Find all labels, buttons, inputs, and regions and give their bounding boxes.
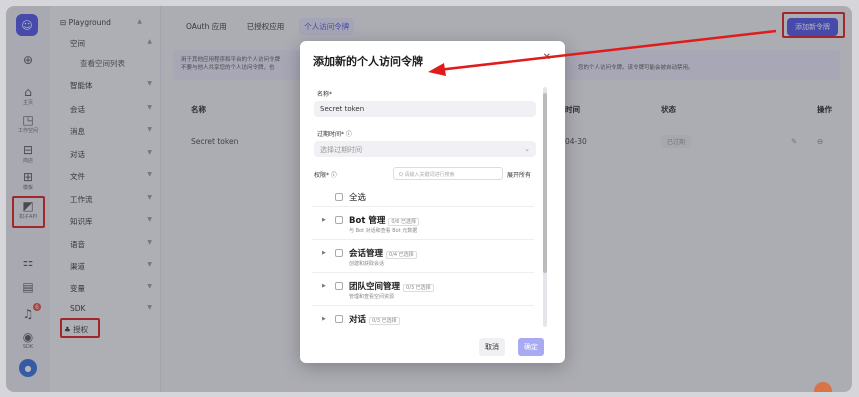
annotation-arrow (428, 29, 777, 76)
app-window: ☺ ⊕ ⌂ 主页 ◳ 工作空间 ⊟ 商店 ⊞ 模板 ◩ 扣子API ⚏ ▤ ♫ 6 ◉ SD… (6, 6, 852, 392)
